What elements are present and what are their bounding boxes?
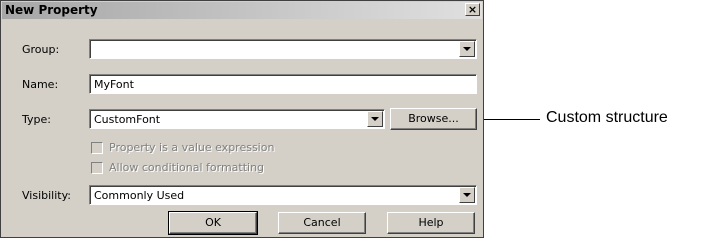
name-value: MyFont — [94, 78, 134, 91]
name-label: Name: — [22, 78, 59, 91]
callout-label: Custom structure — [546, 109, 668, 126]
new-property-dialog: New Property × Group: Name: MyFont Type:… — [0, 0, 484, 238]
conditional-formatting-checkbox[interactable] — [91, 162, 103, 174]
visibility-value: Commonly Used — [94, 189, 185, 202]
type-dropdown-arrow-icon[interactable] — [367, 111, 383, 127]
group-label: Group: — [22, 43, 60, 56]
close-button[interactable]: × — [465, 3, 480, 16]
type-combobox[interactable]: CustomFont — [89, 109, 385, 129]
browse-button[interactable]: Browse... — [390, 108, 477, 130]
callout-line — [484, 119, 540, 120]
name-input[interactable]: MyFont — [89, 74, 477, 94]
dialog-title: New Property — [5, 3, 98, 17]
visibility-label: Visibility: — [22, 189, 72, 202]
value-expression-checkbox[interactable] — [91, 142, 103, 154]
group-dropdown-arrow-icon[interactable] — [459, 41, 475, 57]
visibility-dropdown-arrow-icon[interactable] — [459, 187, 475, 203]
ok-button[interactable]: OK — [168, 211, 258, 235]
cancel-button[interactable]: Cancel — [278, 212, 366, 234]
visibility-combobox[interactable]: Commonly Used — [89, 185, 477, 205]
type-value: CustomFont — [94, 113, 161, 126]
title-bar[interactable]: New Property × — [2, 2, 482, 19]
group-combobox[interactable] — [89, 39, 477, 59]
conditional-formatting-label: Allow conditional formatting — [109, 161, 265, 174]
help-button[interactable]: Help — [387, 212, 475, 234]
type-label: Type: — [22, 113, 51, 126]
value-expression-label: Property is a value expression — [109, 141, 275, 154]
